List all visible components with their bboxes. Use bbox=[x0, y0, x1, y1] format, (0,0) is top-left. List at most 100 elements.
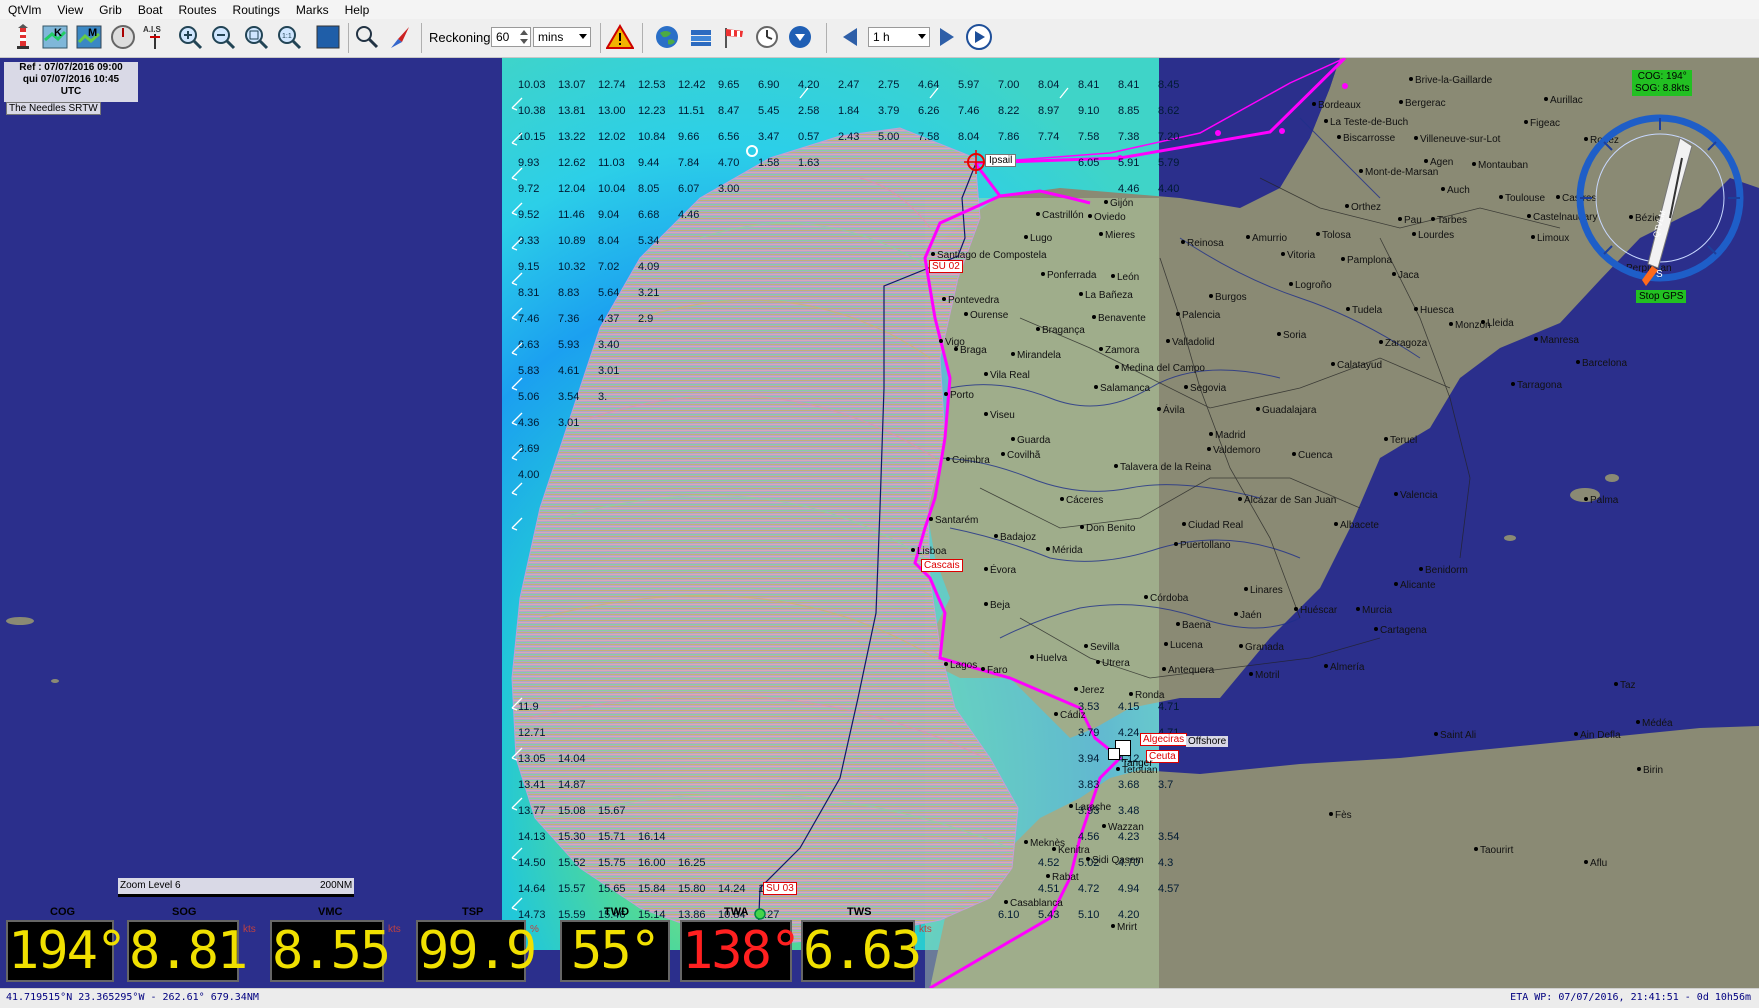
grid-value: 12.62 bbox=[558, 157, 586, 169]
city-label: Jaca bbox=[1398, 270, 1420, 281]
city-dot bbox=[1434, 732, 1438, 736]
grid-value: 6.26 bbox=[918, 105, 939, 117]
step-back-icon[interactable] bbox=[835, 22, 865, 52]
grid-value: 9.52 bbox=[518, 209, 539, 221]
city-label: Bragança bbox=[1042, 325, 1085, 336]
menu-view[interactable]: View bbox=[49, 3, 91, 17]
city-dot bbox=[1399, 100, 1403, 104]
chart-map[interactable]: 10.03 13.07 12.74 12.53 12.42 9.65 6.90 4.20 2.4… bbox=[0, 56, 1759, 1008]
city-dot bbox=[1431, 217, 1435, 221]
city-label: Mieres bbox=[1105, 230, 1135, 241]
clock-icon[interactable] bbox=[752, 22, 782, 52]
lighthouse-icon[interactable] bbox=[8, 22, 38, 52]
layers-icon[interactable] bbox=[686, 22, 716, 52]
instrument-label-tsp: TSP bbox=[462, 906, 484, 918]
city-label: Lucena bbox=[1170, 640, 1203, 651]
ais-icon[interactable]: A.I.S bbox=[140, 22, 170, 52]
start-marker[interactable] bbox=[754, 908, 766, 920]
city-label: Oviedo bbox=[1094, 212, 1126, 223]
compass-dial-icon[interactable] bbox=[108, 22, 138, 52]
grid-value: 13.41 bbox=[518, 779, 546, 791]
grid-value: 11.9 bbox=[518, 701, 539, 713]
grid-value: 14.50 bbox=[518, 857, 546, 869]
grid-value: 12.04 bbox=[558, 183, 586, 195]
grid-value: 8.04 bbox=[598, 235, 619, 247]
city-label: Castelnaudary bbox=[1533, 212, 1597, 223]
scale-distance-label: 200NM bbox=[320, 880, 353, 891]
grid-value: 3.54 bbox=[1158, 831, 1179, 843]
waypoint-offshore[interactable]: Offshore bbox=[1186, 736, 1229, 747]
menu-routes[interactable]: Routes bbox=[171, 3, 225, 17]
city-dot bbox=[1111, 924, 1115, 928]
zoom-fit-icon[interactable] bbox=[241, 22, 271, 52]
search-icon[interactable] bbox=[352, 22, 382, 52]
grid-value: 10.03 bbox=[518, 79, 546, 91]
grid-value: 14.04 bbox=[558, 753, 586, 765]
city-label: Barcelona bbox=[1582, 358, 1627, 369]
city-label: Médéa bbox=[1642, 718, 1673, 729]
kap-map-icon[interactable]: K bbox=[40, 22, 70, 52]
waypoint-su02[interactable]: SU 02 bbox=[929, 260, 963, 273]
wind-flag-icon[interactable] bbox=[719, 22, 749, 52]
grid-value: 6.07 bbox=[678, 183, 699, 195]
grid-value: 12.71 bbox=[518, 727, 546, 739]
instrument-label-vmc: VMC bbox=[318, 906, 343, 918]
city-label: Almería bbox=[1330, 662, 1365, 673]
grid-value: 7.86 bbox=[998, 131, 1019, 143]
menu-routings[interactable]: Routings bbox=[225, 3, 288, 17]
menu-boat[interactable]: Boat bbox=[130, 3, 171, 17]
zoom-reset-icon[interactable]: 1:1 bbox=[274, 22, 304, 52]
grid-value: 5.43 bbox=[1038, 909, 1059, 921]
grid-value: 2.43 bbox=[838, 131, 859, 143]
grid-value: 3.54 bbox=[558, 391, 579, 403]
zoom-out-icon[interactable] bbox=[208, 22, 238, 52]
city-dot bbox=[1511, 382, 1515, 386]
globe-icon[interactable] bbox=[652, 22, 682, 52]
menu-marks[interactable]: Marks bbox=[288, 3, 337, 17]
grid-value: 16.25 bbox=[678, 857, 706, 869]
waypoint-cascais[interactable]: Cascais bbox=[921, 559, 963, 572]
city-dot bbox=[1157, 407, 1161, 411]
city-dot bbox=[1374, 627, 1378, 631]
tarifa-marker[interactable] bbox=[1108, 748, 1120, 760]
menu-help[interactable]: Help bbox=[337, 3, 378, 17]
city-dot bbox=[984, 567, 988, 571]
selection-square-icon[interactable] bbox=[313, 22, 343, 52]
boat-name-label[interactable]: The Needles SRTW bbox=[6, 102, 101, 115]
grid-value: 3.21 bbox=[638, 287, 659, 299]
waypoint-algeciras[interactable]: Algeciras bbox=[1140, 733, 1188, 746]
city-label: La Teste-de-Buch bbox=[1330, 117, 1408, 128]
waypoint-su03[interactable]: SU 03 bbox=[763, 882, 797, 895]
download-grib-icon[interactable] bbox=[785, 22, 815, 52]
waypoint-ipsail[interactable]: Ipsail bbox=[985, 154, 1017, 167]
grid-value: 7.84 bbox=[678, 157, 699, 169]
map-m-icon[interactable]: M bbox=[74, 22, 104, 52]
grid-value: 13.81 bbox=[558, 105, 586, 117]
toolbar-separator bbox=[600, 23, 601, 53]
grid-value: 16.14 bbox=[638, 831, 666, 843]
city-label: Cáceres bbox=[1066, 495, 1103, 506]
city-dot bbox=[1384, 437, 1388, 441]
instrument-value-cog: 194° bbox=[6, 920, 127, 982]
city-label: Murcia bbox=[1362, 605, 1392, 616]
menu-qtvlm[interactable]: QtVlm bbox=[0, 3, 49, 17]
compass-needle-icon[interactable] bbox=[385, 22, 415, 52]
city-label: Bordeaux bbox=[1318, 100, 1361, 111]
reckoning-unit-select[interactable]: mins bbox=[533, 27, 591, 47]
step-forward-icon[interactable] bbox=[932, 22, 962, 52]
reckoning-spinbox[interactable]: 60 bbox=[491, 27, 531, 47]
city-dot bbox=[1001, 452, 1005, 456]
city-dot bbox=[1209, 432, 1213, 436]
grid-value: 4.71 bbox=[1158, 701, 1179, 713]
stop-gps-button[interactable]: Stop GPS bbox=[1636, 290, 1687, 303]
city-dot bbox=[1337, 135, 1341, 139]
time-step-select[interactable]: 1 h bbox=[868, 27, 930, 47]
spin-arrows-icon[interactable] bbox=[520, 30, 528, 44]
zoom-in-icon[interactable] bbox=[175, 22, 205, 52]
grid-value: 7.46 bbox=[958, 105, 979, 117]
menu-grib[interactable]: Grib bbox=[91, 3, 130, 17]
warning-icon[interactable] bbox=[605, 22, 635, 52]
city-dot bbox=[1054, 712, 1058, 716]
play-icon[interactable] bbox=[964, 22, 994, 52]
city-label: Linares bbox=[1250, 585, 1283, 596]
